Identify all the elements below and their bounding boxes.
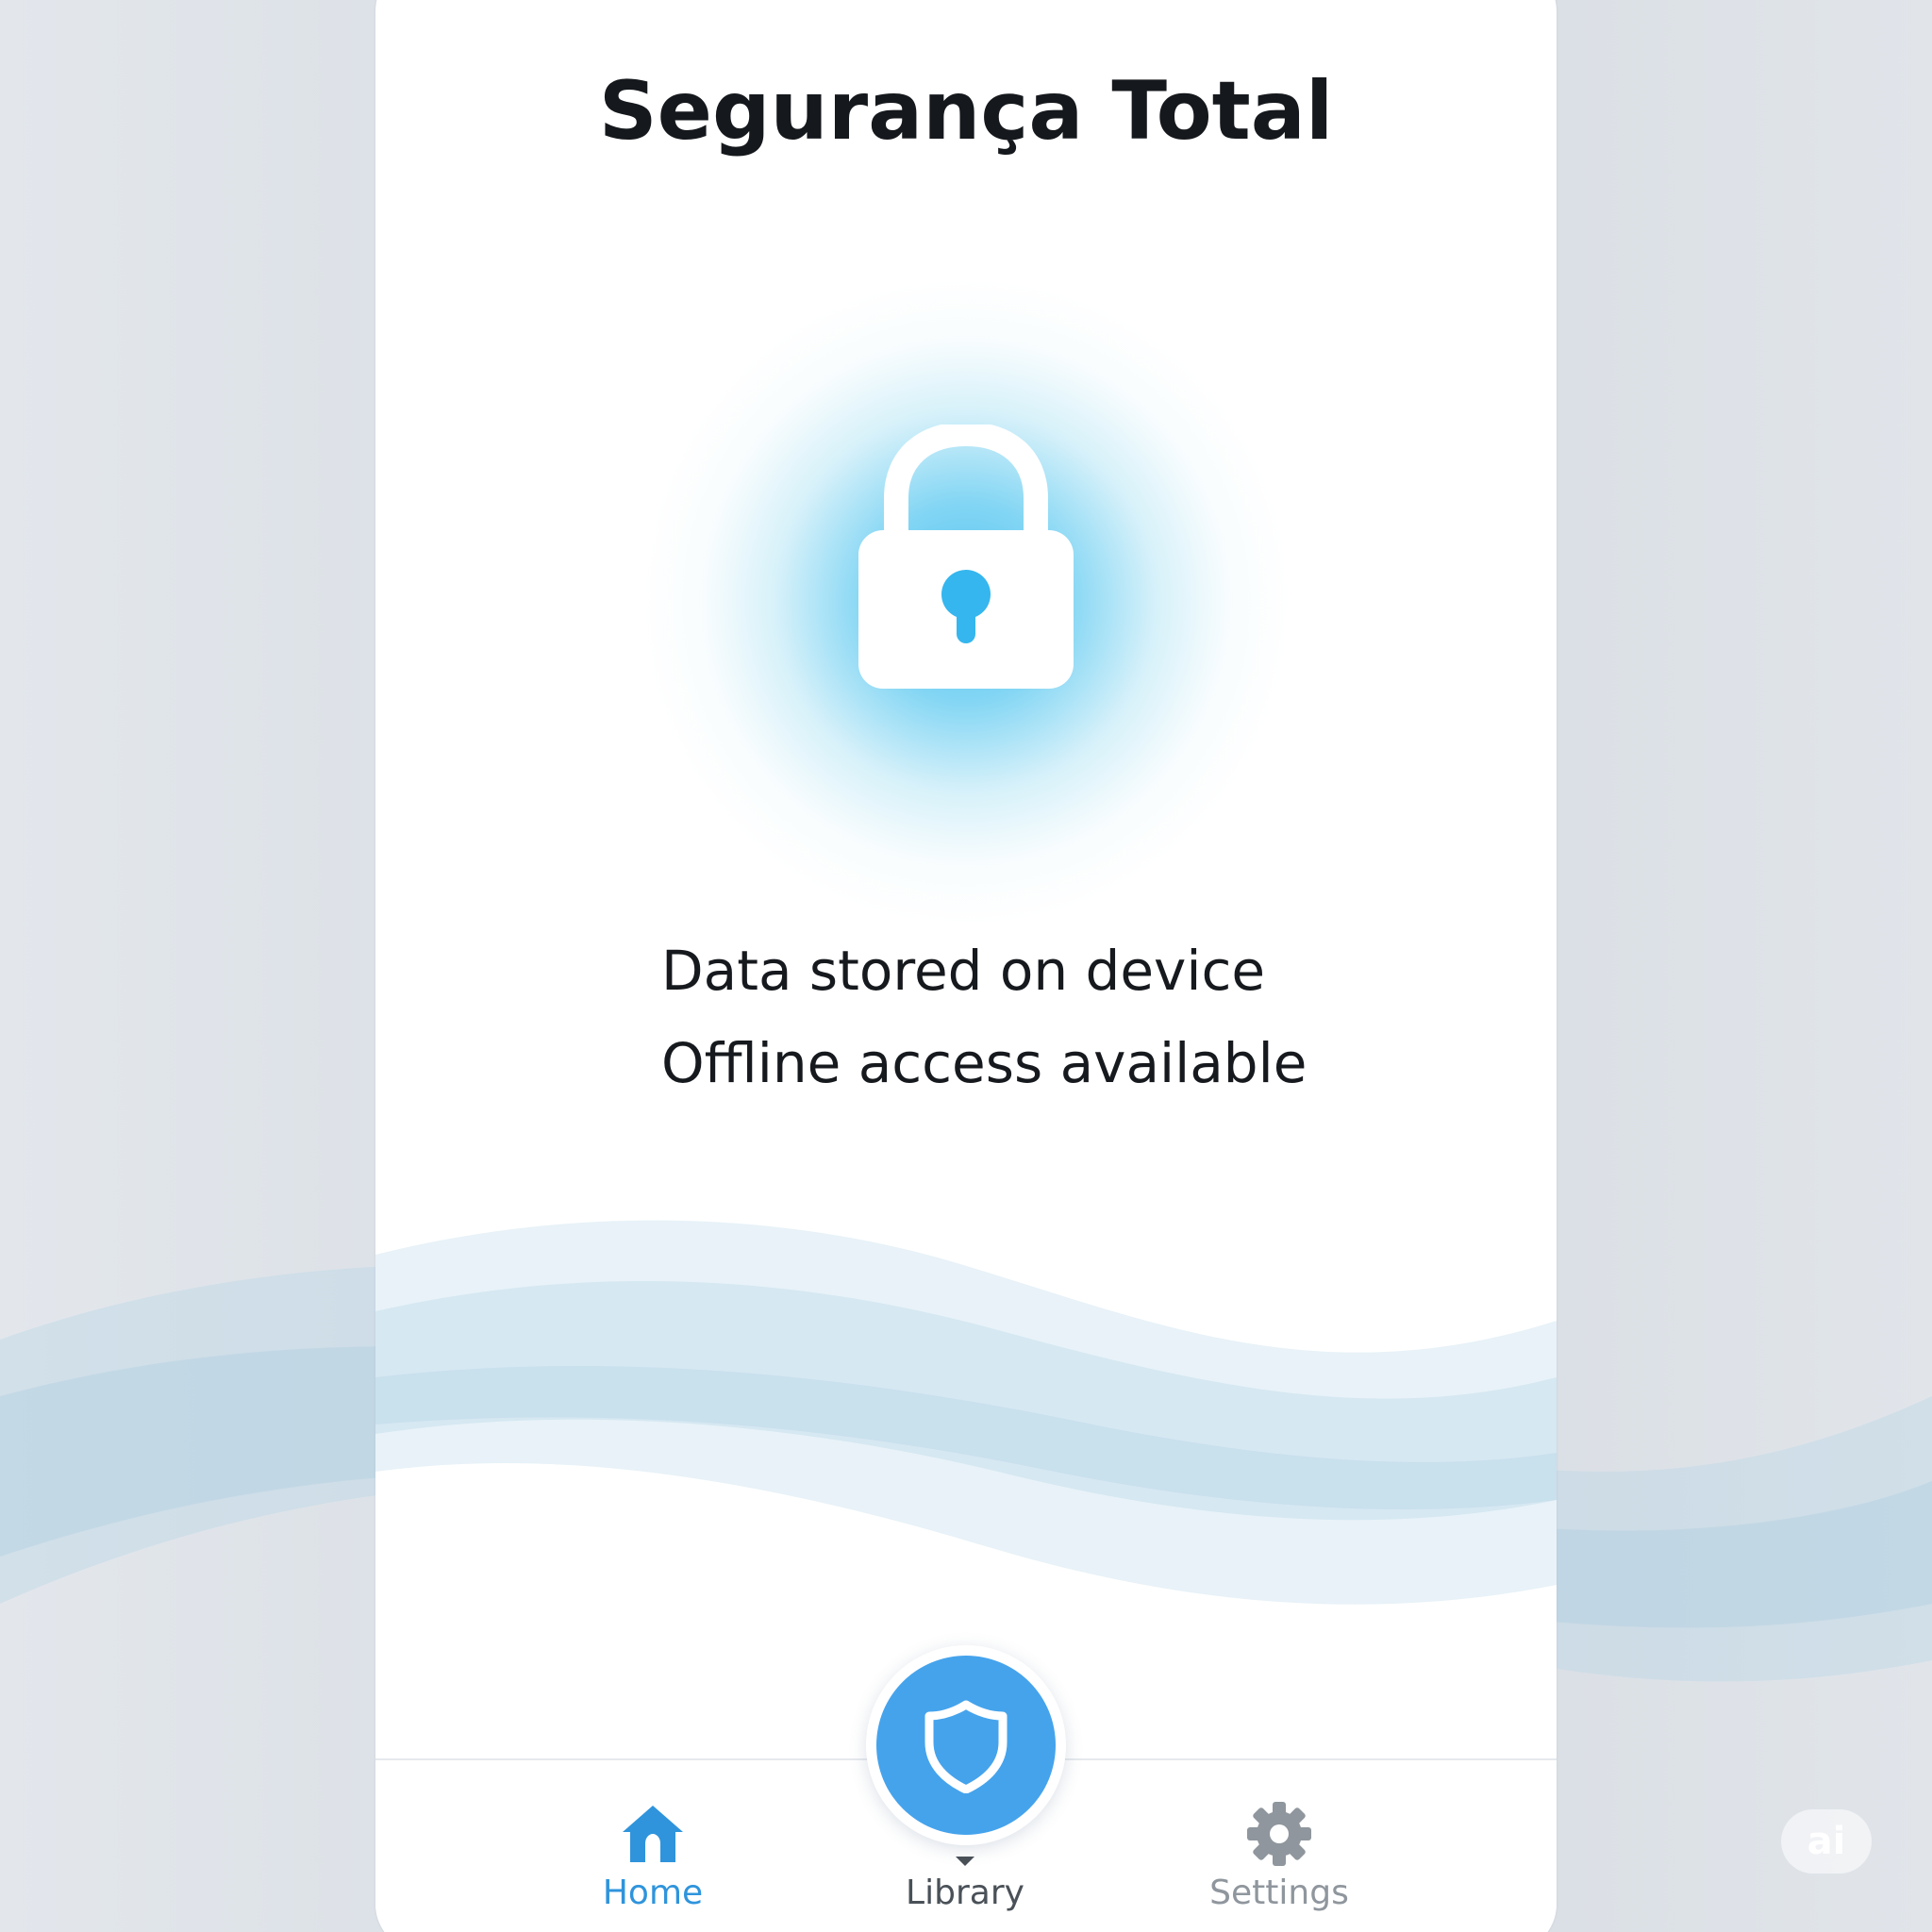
shield-icon xyxy=(924,1700,1008,1793)
tab-label-settings: Settings xyxy=(1209,1874,1349,1912)
screenshot-stage: Segurança Total Data stored on device Of… xyxy=(0,0,1932,1932)
info-line-storage: Data stored on device xyxy=(661,939,1266,1003)
phone-screen: Segurança Total Data stored on device Of… xyxy=(375,0,1557,1932)
info-text: Data stored on device Offline access ava… xyxy=(661,924,1307,1109)
tab-label-home: Home xyxy=(602,1874,704,1912)
ai-watermark-badge: ai xyxy=(1781,1809,1872,1874)
tab-settings[interactable]: Settings xyxy=(1166,1760,1392,1912)
tab-label-library: Library xyxy=(906,1874,1024,1912)
screen-waves xyxy=(375,1220,1557,1605)
shield-fab-button[interactable] xyxy=(866,1645,1066,1845)
home-icon xyxy=(623,1806,683,1862)
fab-circle xyxy=(876,1656,1056,1835)
info-line-offline: Offline access available xyxy=(661,1031,1307,1095)
tab-home[interactable]: Home xyxy=(540,1760,766,1912)
page-title: Segurança Total xyxy=(598,64,1334,158)
gear-icon xyxy=(1247,1802,1311,1866)
lock-icon xyxy=(858,425,1074,689)
